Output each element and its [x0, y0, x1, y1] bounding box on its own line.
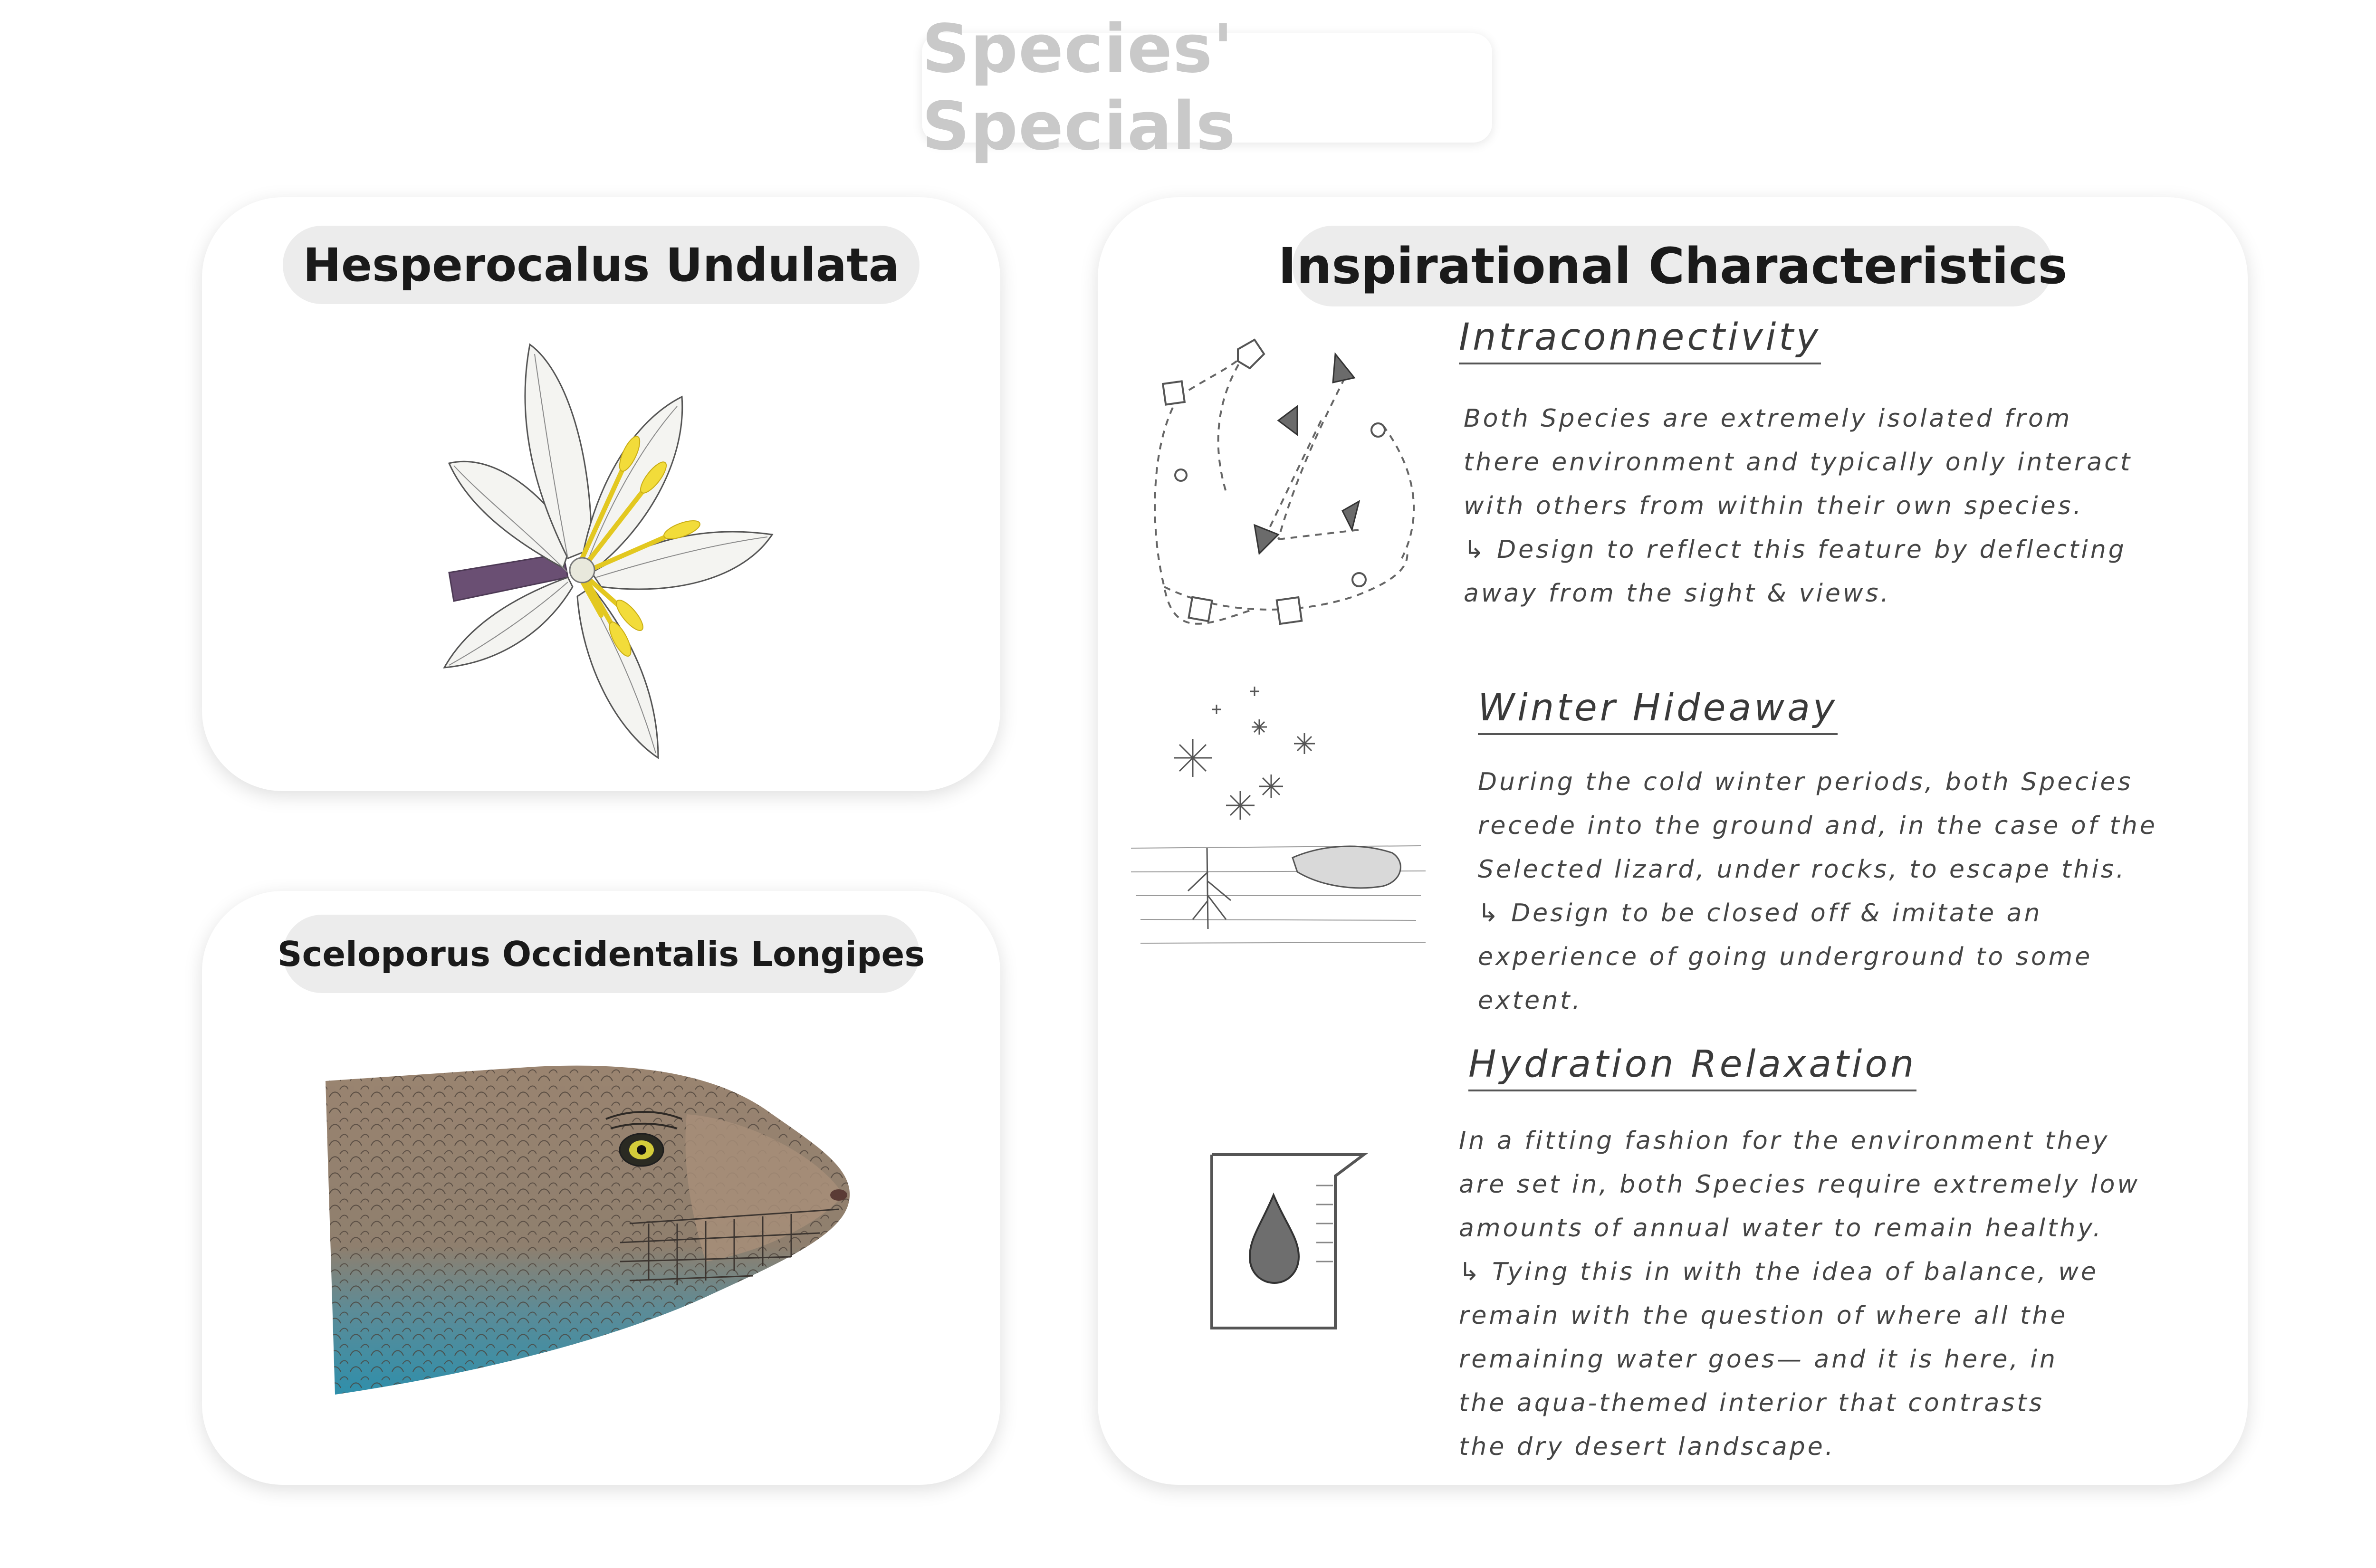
item-heading-hydration-relaxation: Hydration Relaxation — [1468, 1043, 1917, 1091]
item-heading-winter-hideaway: Winter Hideaway — [1478, 687, 1838, 735]
species-card-lily: Hesperocalus Undulata — [202, 197, 1000, 791]
species-card-lizard: Sceloporus Occidentalis Longipes — [202, 891, 1000, 1485]
page-title-text: Species' Specials — [922, 10, 1236, 165]
lizard-head-icon — [326, 1065, 850, 1395]
inspiration-card: Inspirational Characteristics Intraconne… — [1098, 197, 2248, 1485]
item-body-hydration-relaxation: In a fitting fashion for the environment… — [1459, 1127, 2140, 1461]
lily-flower-icon — [443, 343, 774, 759]
item-body-winter-hideaway: During the cold winter periods, both Spe… — [1478, 768, 2157, 1015]
page-title: Species' Specials — [922, 10, 1492, 165]
item-heading-intraconnectivity: Intraconnectivity — [1459, 316, 1821, 364]
item-body-intraconnectivity: Both Species are extremely isolated from… — [1464, 404, 2133, 608]
